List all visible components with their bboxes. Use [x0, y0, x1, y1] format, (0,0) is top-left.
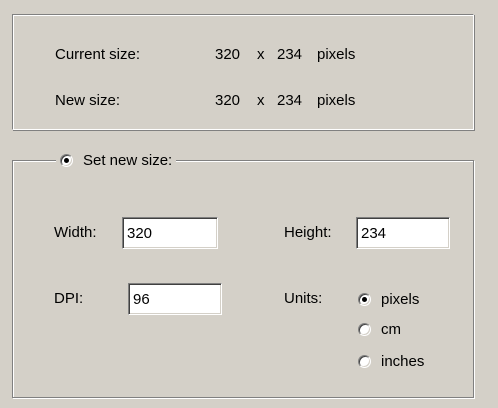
new-size-unit: pixels: [317, 92, 356, 109]
width-label: Width:: [54, 224, 97, 241]
size-info-panel: Current size: 320 x 234 pixels New size:…: [12, 14, 474, 130]
new-size-separator: x: [257, 92, 265, 109]
current-size-separator: x: [257, 46, 265, 63]
new-size-label: New size:: [55, 92, 121, 109]
height-input[interactable]: [356, 217, 450, 249]
current-size-unit: pixels: [317, 46, 356, 63]
radio-button-icon[interactable]: [358, 292, 371, 306]
unit-option-label: cm: [381, 320, 401, 338]
radio-button-icon[interactable]: [60, 153, 73, 167]
current-width-value: 320: [215, 46, 241, 63]
unit-option-cm[interactable]: cm: [358, 318, 401, 340]
width-input[interactable]: [122, 217, 218, 249]
unit-option-label: inches: [381, 352, 425, 370]
set-new-size-label: Set new size:: [83, 151, 173, 169]
set-new-size-radio[interactable]: Set new size:: [56, 148, 177, 172]
new-height-value: 234: [277, 92, 303, 109]
dpi-label: DPI:: [54, 290, 84, 307]
dpi-input[interactable]: [128, 283, 222, 315]
unit-option-label: pixels: [381, 290, 420, 308]
unit-option-pixels[interactable]: pixels: [358, 288, 419, 310]
radio-button-icon[interactable]: [358, 354, 371, 368]
radio-button-icon[interactable]: [358, 322, 371, 336]
new-width-value: 320: [215, 92, 241, 109]
resize-dialog: Current size: 320 x 234 pixels New size:…: [0, 0, 498, 408]
unit-option-inches[interactable]: inches: [358, 350, 424, 372]
units-label: Units:: [284, 290, 323, 307]
height-label: Height:: [284, 224, 332, 241]
current-size-label: Current size:: [55, 46, 141, 63]
current-height-value: 234: [277, 46, 303, 63]
